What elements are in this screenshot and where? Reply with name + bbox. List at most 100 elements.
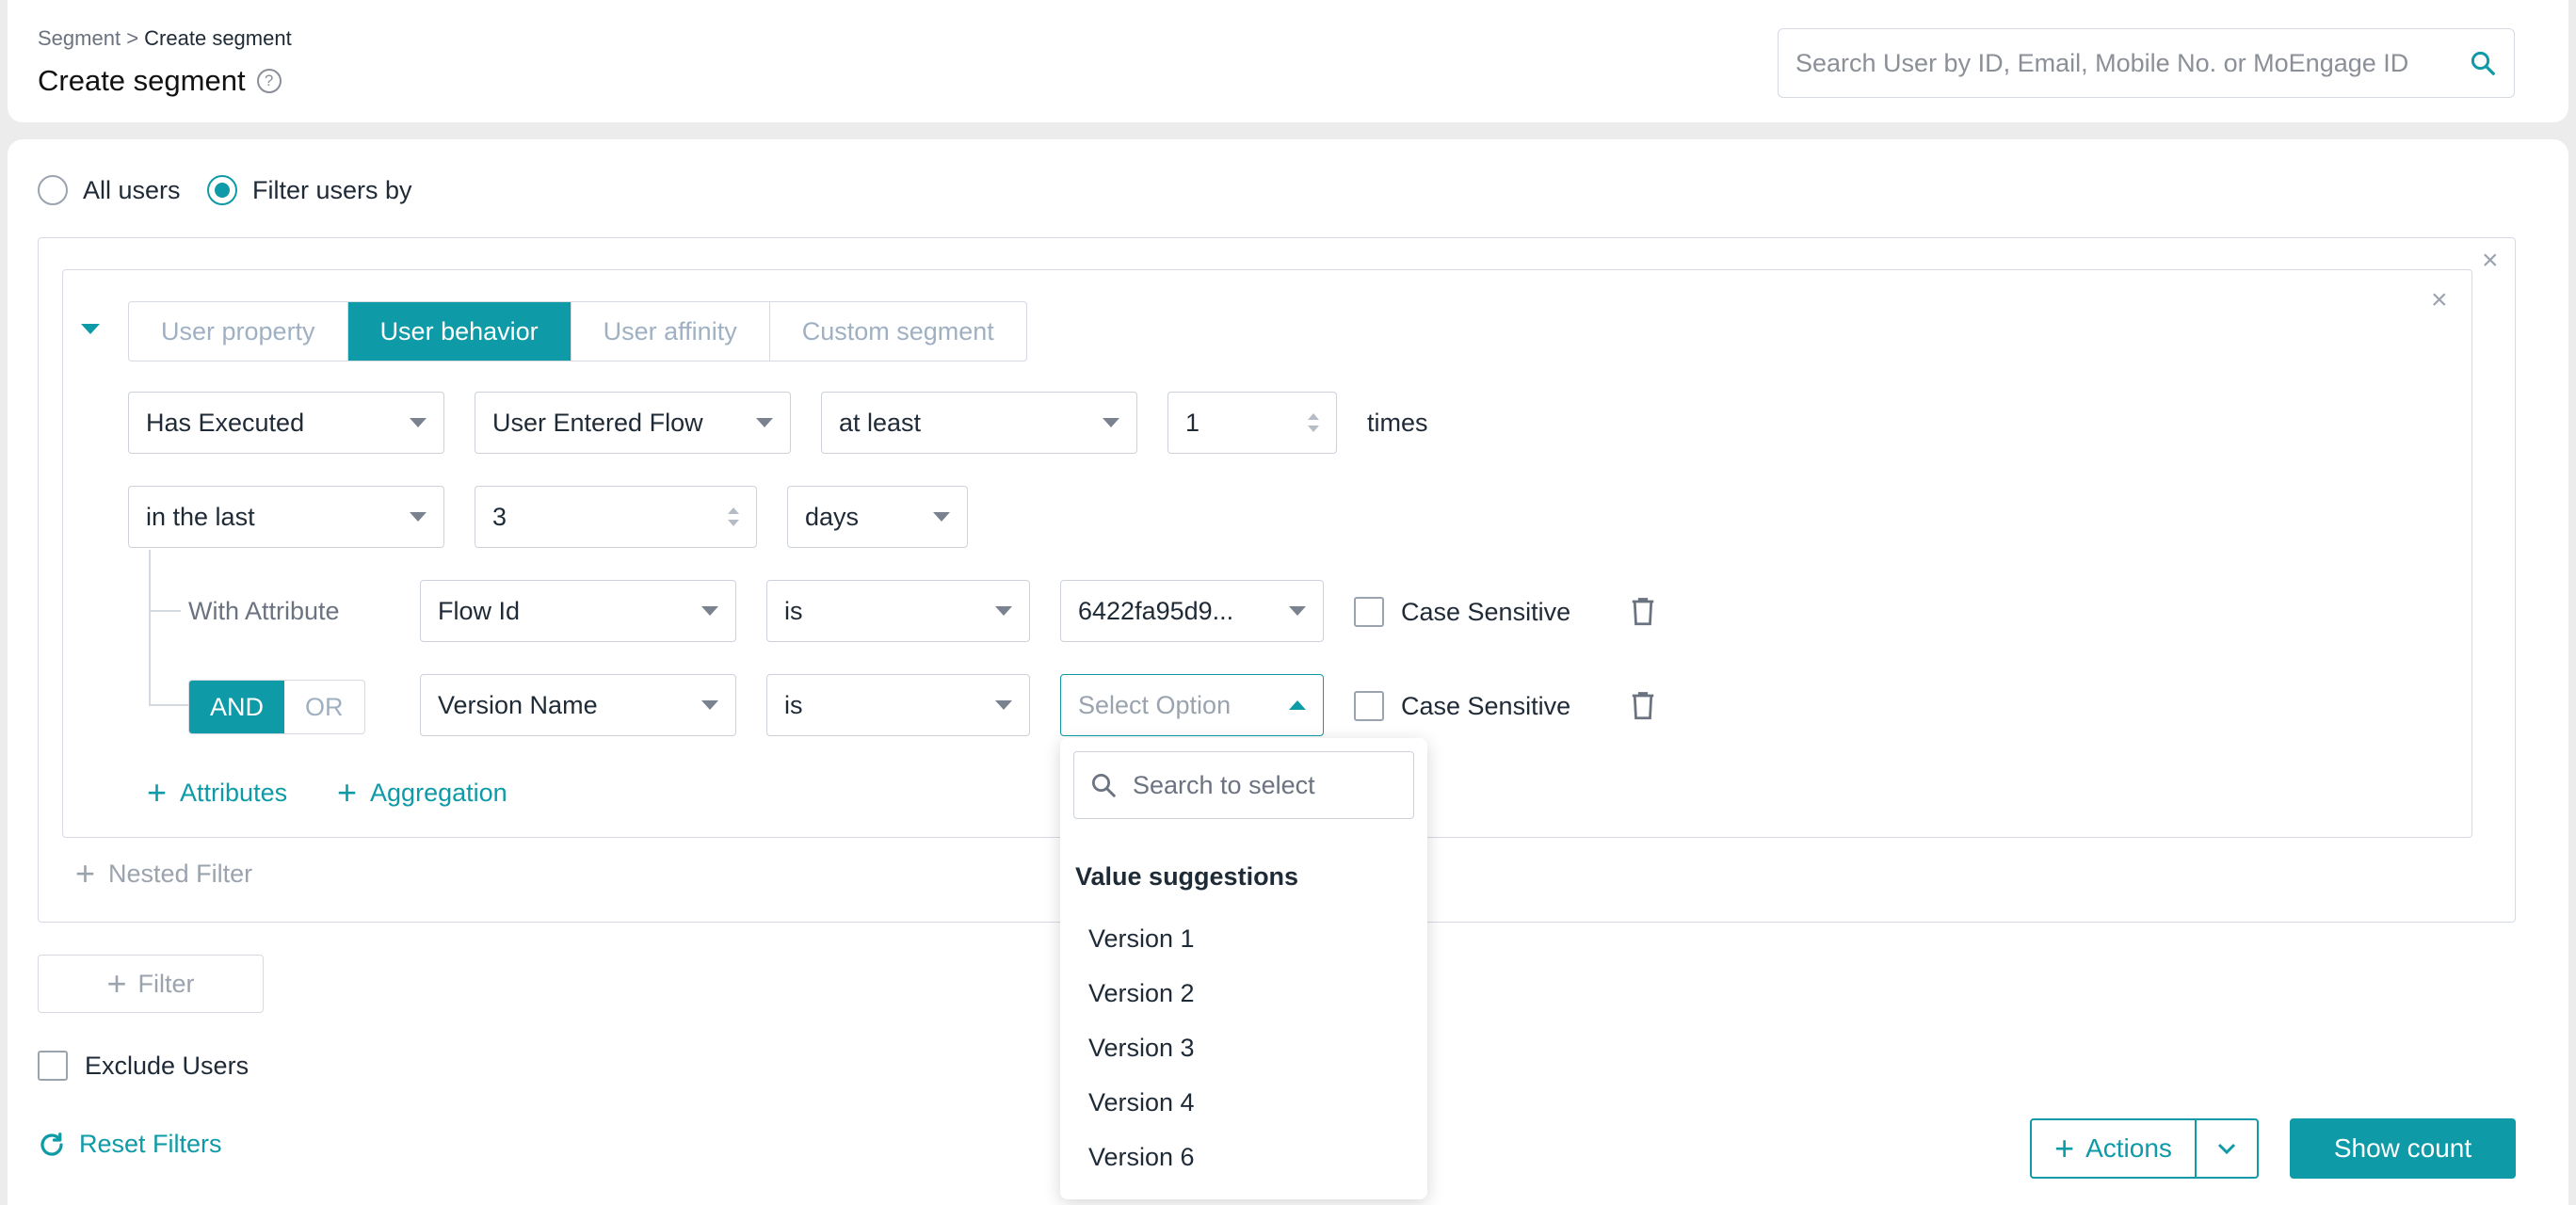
plus-icon: + <box>106 964 127 1003</box>
breadcrumb-separator: > <box>126 26 139 50</box>
add-attributes-label: Attributes <box>180 778 288 807</box>
page-title: Create segment <box>38 64 246 97</box>
collapse-caret-icon[interactable] <box>81 324 100 334</box>
chevron-down-icon <box>1289 606 1306 616</box>
breadcrumb-current: Create segment <box>144 26 292 50</box>
trash-icon[interactable] <box>1629 689 1657 721</box>
count-input[interactable]: 1 <box>1167 392 1337 454</box>
period-unit-select[interactable]: days <box>787 486 968 548</box>
with-attribute-label: With Attribute <box>188 597 340 625</box>
add-aggregation-label: Aggregation <box>370 778 507 807</box>
dropdown-option[interactable]: Version 2 <box>1088 979 1195 1008</box>
attribute-value-select[interactable]: 6422fa95d9... <box>1060 580 1324 642</box>
count-value: 1 <box>1185 408 1200 437</box>
chevron-down-icon <box>933 512 950 522</box>
user-search-input[interactable]: Search User by ID, Email, Mobile No. or … <box>1778 28 2515 98</box>
trash-icon[interactable] <box>1629 595 1657 627</box>
condition-select[interactable]: Has Executed <box>128 392 444 454</box>
value-suggestions-heading: Value suggestions <box>1075 862 1299 891</box>
number-stepper-icon[interactable] <box>728 507 739 526</box>
case-sensitive-label: Case Sensitive <box>1401 691 1571 720</box>
dropdown-option[interactable]: Version 1 <box>1088 924 1195 954</box>
add-aggregation-button[interactable]: + Aggregation <box>337 776 507 810</box>
frequency-operator-select[interactable]: at least <box>821 392 1137 454</box>
attribute-name-value: Flow Id <box>438 596 521 625</box>
plus-icon: + <box>147 773 168 811</box>
period-value: in the last <box>146 502 255 531</box>
times-label: times <box>1367 409 1428 437</box>
chevron-down-icon <box>756 418 773 427</box>
dropdown-search-placeholder: Search to select <box>1133 770 1315 799</box>
chevron-down-icon <box>995 606 1012 616</box>
value-dropdown: Search to select Value suggestions Versi… <box>1060 738 1427 1199</box>
show-count-button[interactable]: Show count <box>2290 1118 2516 1179</box>
add-filter-label: Filter <box>137 969 195 998</box>
actions-dropdown-button[interactable] <box>2197 1120 2257 1177</box>
radio-filter-users[interactable]: Filter users by <box>207 175 412 205</box>
reset-filters-button[interactable]: Reset Filters <box>38 1130 222 1159</box>
case-sensitive-checkbox[interactable]: Case Sensitive <box>1354 691 1570 721</box>
checkbox[interactable] <box>38 1051 68 1081</box>
attribute-operator-value: is <box>784 596 803 625</box>
and-button[interactable]: AND <box>189 681 285 733</box>
period-unit-value: days <box>805 502 860 531</box>
attribute-name-select[interactable]: Version Name <box>420 674 736 736</box>
page-title-row: Create segment ? <box>38 64 282 98</box>
tab-user-property[interactable]: User property <box>129 302 348 361</box>
tree-connector <box>149 704 188 706</box>
attribute-operator-value: is <box>784 690 803 719</box>
radio-label-all-users: All users <box>83 175 181 204</box>
reset-filters-label: Reset Filters <box>79 1130 222 1158</box>
condition-value: Has Executed <box>146 408 305 437</box>
attribute-name-select[interactable]: Flow Id <box>420 580 736 642</box>
checkbox[interactable] <box>1354 691 1384 721</box>
event-value: User Entered Flow <box>492 408 703 437</box>
chevron-down-icon <box>995 700 1012 710</box>
breadcrumb-parent[interactable]: Segment <box>38 26 121 50</box>
frequency-operator-value: at least <box>839 408 922 437</box>
tab-user-affinity[interactable]: User affinity <box>572 302 770 361</box>
tab-custom-segment[interactable]: Custom segment <box>770 302 1026 361</box>
attribute-value-select[interactable]: Select Option <box>1060 674 1324 736</box>
period-value-input[interactable]: 3 <box>475 486 757 548</box>
search-icon[interactable] <box>2469 49 2497 77</box>
attribute-operator-select[interactable]: is <box>766 580 1030 642</box>
chevron-down-icon <box>701 606 718 616</box>
question-circle-icon[interactable]: ? <box>256 69 282 93</box>
close-icon[interactable]: × <box>2482 247 2499 275</box>
event-select[interactable]: User Entered Flow <box>475 392 791 454</box>
tab-user-behavior[interactable]: User behavior <box>347 302 572 361</box>
attribute-value: 6422fa95d9... <box>1078 596 1234 625</box>
dropdown-search-input[interactable]: Search to select <box>1073 751 1414 819</box>
or-button[interactable]: OR <box>284 681 364 733</box>
tree-connector <box>149 610 181 612</box>
attribute-name-value: Version Name <box>438 690 598 719</box>
exclude-users-checkbox[interactable]: Exclude Users <box>38 1051 249 1081</box>
radio-all-users[interactable]: All users <box>38 175 181 205</box>
radio-circle[interactable] <box>38 175 68 205</box>
dropdown-option[interactable]: Version 3 <box>1088 1034 1195 1063</box>
chevron-down-icon <box>410 512 427 522</box>
nested-filter-button[interactable]: + Nested Filter <box>75 857 252 891</box>
nested-filter-label: Nested Filter <box>108 859 253 888</box>
dropdown-option[interactable]: Version 4 <box>1088 1088 1195 1117</box>
chevron-up-icon <box>1289 700 1306 710</box>
chevron-down-icon <box>1103 418 1119 427</box>
attribute-operator-select[interactable]: is <box>766 674 1030 736</box>
case-sensitive-label: Case Sensitive <box>1401 597 1571 626</box>
number-stepper-icon[interactable] <box>1308 413 1319 432</box>
chevron-down-icon <box>2217 1143 2236 1155</box>
actions-button-group: + Actions <box>2030 1118 2259 1179</box>
actions-button[interactable]: + Actions <box>2032 1120 2197 1177</box>
period-select[interactable]: in the last <box>128 486 444 548</box>
checkbox[interactable] <box>1354 597 1384 627</box>
close-icon[interactable]: × <box>2431 286 2448 314</box>
add-attributes-button[interactable]: + Attributes <box>147 776 287 810</box>
dropdown-option[interactable]: Version 6 <box>1088 1143 1195 1172</box>
radio-circle-selected[interactable] <box>207 175 237 205</box>
reset-icon <box>40 1132 63 1156</box>
search-icon <box>1092 774 1116 797</box>
case-sensitive-checkbox[interactable]: Case Sensitive <box>1354 597 1570 627</box>
add-filter-button[interactable]: + Filter <box>38 955 264 1013</box>
filter-type-tabs: User property User behavior User affinit… <box>128 301 1027 362</box>
